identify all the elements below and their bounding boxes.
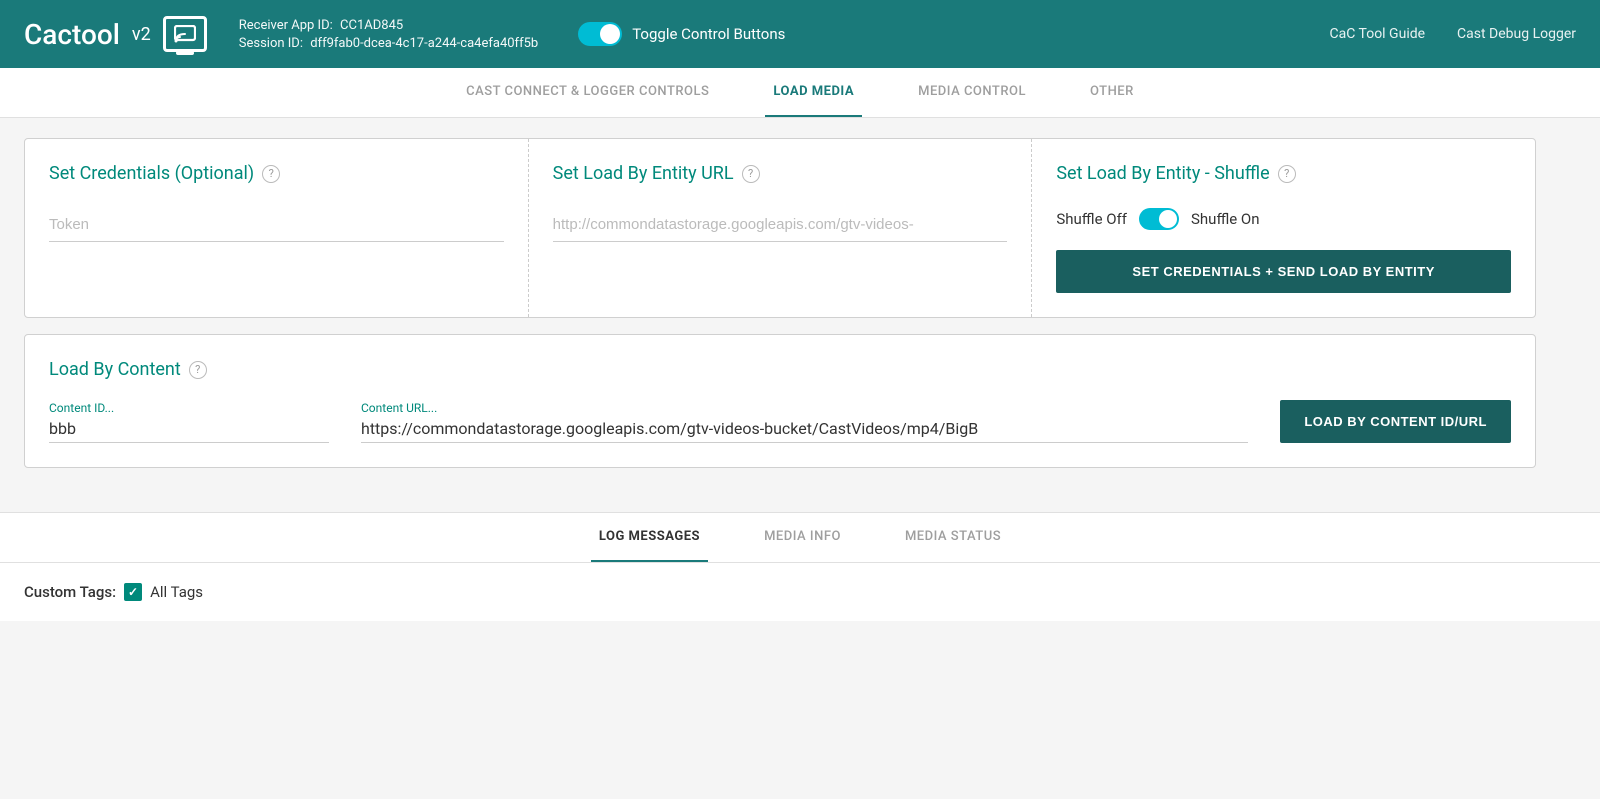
logo: Cactool v2 [24,16,207,52]
content-url-value: https://commondatastorage.googleapis.com… [361,419,1248,443]
content-id-value: bbb [49,419,329,443]
tab-log-messages[interactable]: LOG MESSAGES [591,513,708,562]
toggle-label: Toggle Control Buttons [632,25,785,43]
tab-other[interactable]: OTHER [1082,68,1142,117]
content-url-group: Content URL... https://commondatastorage… [361,401,1248,443]
header-nav: CaC Tool Guide Cast Debug Logger [1330,26,1577,42]
load-content-help-icon[interactable]: ? [189,361,207,379]
app-header: Cactool v2 Receiver App ID: CC1AD845 Ses… [0,0,1600,68]
nav-guide-link[interactable]: CaC Tool Guide [1330,26,1426,42]
entity-shuffle-card: Set Load By Entity - Shuffle ? Shuffle O… [1032,139,1535,317]
set-credentials-send-entity-button[interactable]: SET CREDENTIALS + SEND LOAD BY ENTITY [1056,250,1511,293]
entity-url-card: Set Load By Entity URL ? [529,139,1033,317]
entity-shuffle-title: Set Load By Entity - Shuffle ? [1056,163,1511,184]
entity-url-help-icon[interactable]: ? [742,165,760,183]
session-info: Receiver App ID: CC1AD845 Session ID: df… [239,18,538,51]
tab-media-info[interactable]: MEDIA INFO [756,513,849,562]
credentials-title: Set Credentials (Optional) ? [49,163,504,184]
token-input[interactable] [49,208,504,242]
cast-logo-icon [163,16,207,52]
app-version: v2 [132,24,151,45]
app-name: Cactool [24,18,120,51]
bottom-tab-bar: LOG MESSAGES MEDIA INFO MEDIA STATUS [0,513,1600,563]
tab-load-media[interactable]: LOAD MEDIA [765,68,862,117]
entity-url-title: Set Load By Entity URL ? [553,163,1008,184]
tab-media-control[interactable]: MEDIA CONTROL [910,68,1034,117]
content-id-group: Content ID... bbb [49,401,329,443]
credentials-card: Set Credentials (Optional) ? [25,139,529,317]
nav-logger-link[interactable]: Cast Debug Logger [1457,26,1576,42]
all-tags-label: All Tags [150,583,203,601]
credentials-help-icon[interactable]: ? [262,165,280,183]
shuffle-row: Shuffle Off Shuffle On [1056,208,1511,230]
tab-cast-connect[interactable]: CAST CONNECT & LOGGER CONTROLS [458,68,717,117]
content-url-label: Content URL... [361,401,1248,415]
content-fields-row: Content ID... bbb Content URL... https:/… [49,400,1511,443]
shuffle-toggle[interactable] [1139,208,1179,230]
log-content: Custom Tags: All Tags [0,563,1600,621]
entity-url-input[interactable] [553,208,1008,242]
shuffle-on-label: Shuffle On [1191,210,1260,228]
main-tab-bar: CAST CONNECT & LOGGER CONTROLS LOAD MEDI… [0,68,1600,118]
session-id: Session ID: dff9fab0-dcea-4c17-a244-ca4e… [239,36,538,51]
toggle-control-buttons[interactable]: Toggle Control Buttons [578,22,785,46]
custom-tags-row: Custom Tags: All Tags [24,583,1576,601]
load-content-card: Load By Content ? Content ID... bbb Cont… [24,334,1536,468]
load-by-content-button[interactable]: LOAD BY CONTENT ID/URL [1280,400,1511,443]
all-tags-checkbox[interactable] [124,583,142,601]
top-cards: Set Credentials (Optional) ? Set Load By… [24,138,1536,318]
load-content-title: Load By Content ? [49,359,1511,380]
toggle-switch[interactable] [578,22,622,46]
custom-tags-label: Custom Tags: [24,583,116,601]
main-content: Set Credentials (Optional) ? Set Load By… [0,118,1560,504]
entity-shuffle-help-icon[interactable]: ? [1278,165,1296,183]
receiver-app-id: Receiver App ID: CC1AD845 [239,18,538,33]
shuffle-off-label: Shuffle Off [1056,210,1127,228]
tab-media-status[interactable]: MEDIA STATUS [897,513,1009,562]
bottom-section: LOG MESSAGES MEDIA INFO MEDIA STATUS Cus… [0,512,1600,621]
content-id-label: Content ID... [49,401,329,415]
